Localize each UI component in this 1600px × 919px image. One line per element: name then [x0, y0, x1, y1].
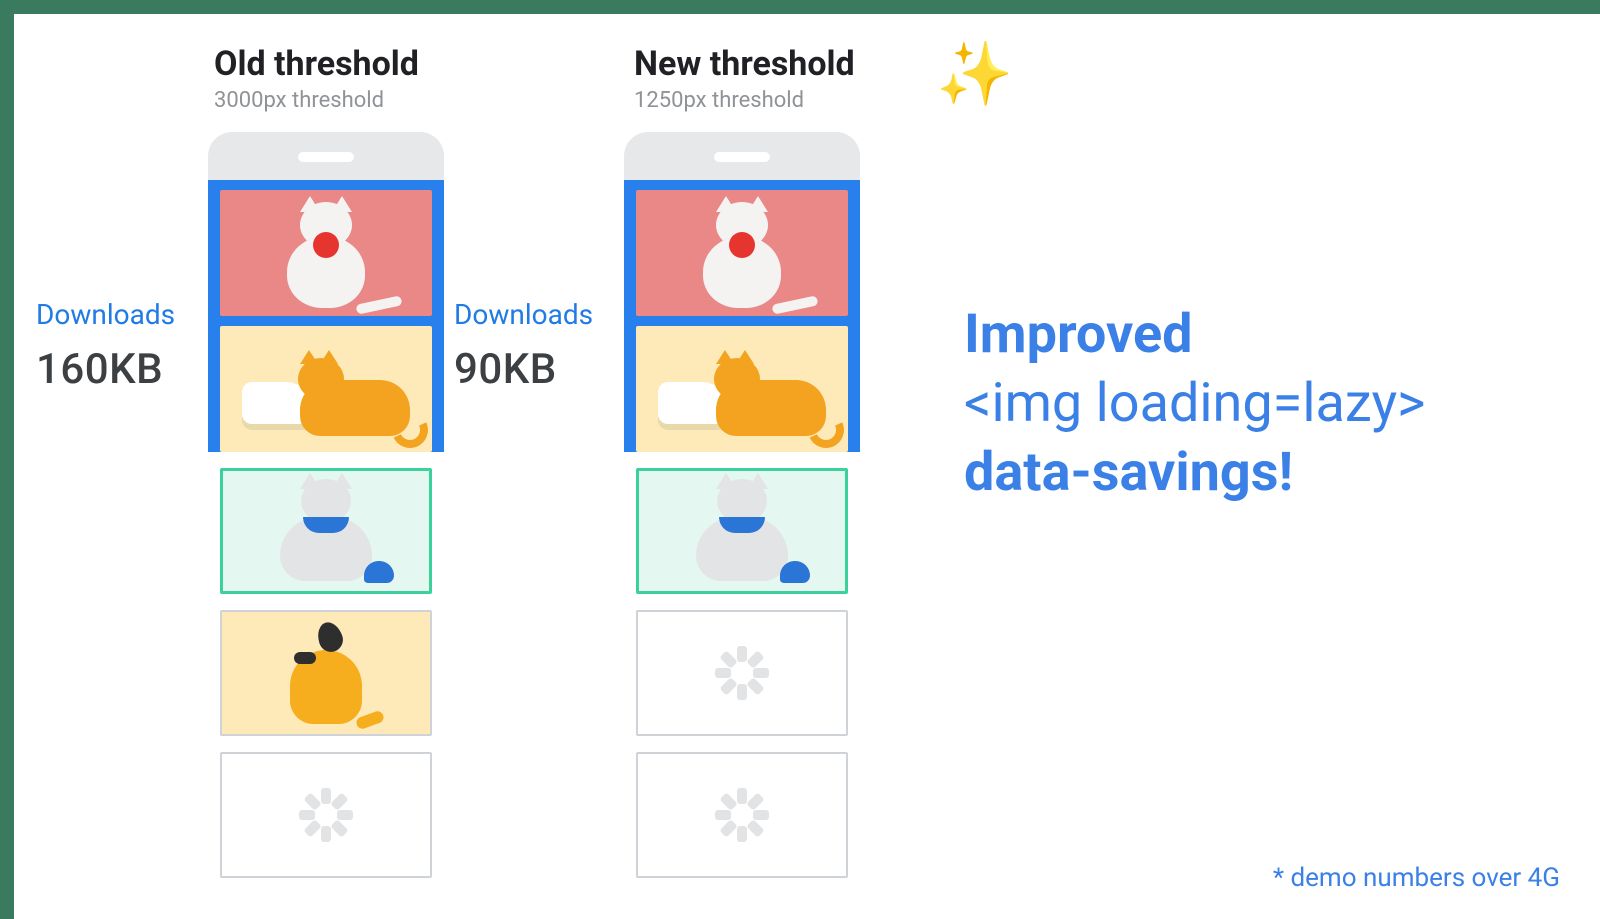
headline-line1: Improved	[964, 300, 1584, 369]
spinner-icon	[299, 788, 353, 842]
image-placeholder	[220, 752, 432, 878]
downloads-label: Downloads	[454, 298, 593, 331]
image-orange-cat	[220, 326, 432, 452]
image-cat-yarn	[220, 190, 432, 316]
headline-line2: <img loading=lazy>	[964, 369, 1584, 438]
image-placeholder	[636, 610, 848, 736]
phone-screen	[624, 180, 860, 452]
image-orange-cat	[636, 326, 848, 452]
phone-new-threshold	[624, 132, 860, 878]
spinner-icon	[715, 646, 769, 700]
spinner-icon	[715, 788, 769, 842]
new-downloads-group: Downloads 90KB	[454, 298, 593, 394]
new-threshold-subtitle: 1250px threshold	[634, 88, 864, 113]
phone-bezel	[624, 132, 860, 180]
old-threshold-header: Old threshold 3000px threshold	[214, 44, 444, 113]
headline-line3: data-savings!	[964, 438, 1584, 507]
sparkle-icon: ✨	[936, 38, 1013, 111]
new-threshold-title: New threshold	[634, 44, 864, 84]
offscreen-stack-new	[624, 468, 860, 878]
image-cat-yarn	[636, 190, 848, 316]
footnote: * demo numbers over 4G	[1273, 863, 1560, 893]
image-grey-cat-loaded	[220, 468, 432, 594]
image-placeholder	[636, 752, 848, 878]
old-downloads-group: Downloads 160KB	[36, 298, 175, 394]
old-threshold-title: Old threshold	[214, 44, 444, 84]
old-downloads-value: 160KB	[36, 345, 175, 394]
new-threshold-header: New threshold 1250px threshold	[634, 44, 864, 113]
phone-screen	[208, 180, 444, 452]
old-threshold-subtitle: 3000px threshold	[214, 88, 444, 113]
image-grey-cat-loaded	[636, 468, 848, 594]
phone-old-threshold	[208, 132, 444, 878]
offscreen-stack-old	[208, 468, 444, 878]
headline: Improved <img loading=lazy> data-savings…	[964, 300, 1584, 507]
diagram-canvas: Old threshold 3000px threshold New thres…	[14, 14, 1600, 919]
downloads-label: Downloads	[36, 298, 175, 331]
new-downloads-value: 90KB	[454, 345, 593, 394]
image-orange-dog-loaded	[220, 610, 432, 736]
phone-bezel	[208, 132, 444, 180]
